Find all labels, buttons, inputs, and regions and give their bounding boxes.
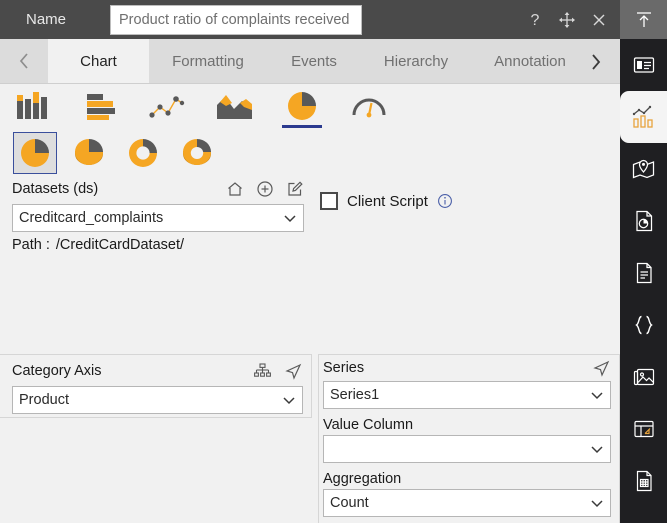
tab-chart[interactable]: Chart bbox=[48, 39, 149, 83]
client-script-label: Client Script bbox=[347, 192, 428, 210]
series-select-field: Series1 bbox=[323, 381, 611, 409]
plus-circle-icon[interactable] bbox=[256, 180, 274, 198]
pie-chart-icon[interactable] bbox=[280, 87, 324, 128]
aggregation-field: Aggregation Count bbox=[323, 463, 611, 517]
sidebar-item-map[interactable] bbox=[620, 143, 667, 195]
tab-hierarchy[interactable]: Hierarchy bbox=[361, 39, 471, 83]
client-script-row: Client Script bbox=[320, 176, 620, 210]
chevron-down-icon bbox=[584, 494, 610, 512]
pie-flat-icon[interactable] bbox=[13, 132, 57, 174]
category-axis-panel: Category Axis Product bbox=[0, 354, 312, 418]
move-icon[interactable] bbox=[556, 9, 578, 31]
pie-3d-icon[interactable] bbox=[67, 132, 111, 174]
sidebar-item-widget[interactable] bbox=[620, 39, 667, 91]
collapse-up-icon[interactable] bbox=[620, 0, 667, 39]
sidebar-item-report-chart[interactable] bbox=[620, 195, 667, 247]
name-input[interactable] bbox=[110, 4, 362, 35]
series-header: Series bbox=[319, 355, 619, 381]
dataset-path: Path : /CreditCardDataset/ bbox=[12, 237, 312, 253]
sidebar-item-spreadsheet[interactable] bbox=[620, 455, 667, 507]
aggregation-label: Aggregation bbox=[323, 471, 402, 487]
sidebar-item-image[interactable] bbox=[620, 351, 667, 403]
left-settings-column: Datasets (ds) Creditcard_complaints Path… bbox=[0, 176, 312, 418]
tab-bar: Chart Formatting Events Hierarchy Annota… bbox=[0, 39, 620, 84]
chart-properties-dialog: Name ? bbox=[0, 0, 667, 523]
series-title: Series bbox=[323, 360, 365, 376]
path-label: Path : bbox=[12, 237, 50, 253]
info-icon[interactable] bbox=[437, 193, 453, 209]
chart-type-primary-row bbox=[12, 87, 391, 128]
dataset-select[interactable]: Creditcard_complaints bbox=[12, 204, 304, 232]
value-column-field: Value Column bbox=[323, 409, 611, 463]
sidebar-item-table[interactable] bbox=[620, 403, 667, 455]
bar-chart-icon[interactable] bbox=[79, 87, 123, 125]
chevron-down-icon bbox=[584, 440, 610, 458]
category-axis-title: Category Axis bbox=[12, 363, 102, 379]
chevron-down-icon bbox=[584, 386, 610, 404]
value-column-select[interactable] bbox=[323, 435, 611, 463]
name-label: Name bbox=[26, 11, 67, 28]
edit-icon[interactable] bbox=[286, 180, 304, 198]
window-controls: ? bbox=[524, 0, 610, 39]
series-select-value: Series1 bbox=[330, 387, 380, 403]
chart-type-selector bbox=[0, 84, 620, 174]
doughnut-icon[interactable] bbox=[121, 132, 165, 174]
category-axis-select[interactable]: Product bbox=[12, 386, 303, 414]
sidebar-item-document[interactable] bbox=[620, 247, 667, 299]
series-panel: Series Series1 Value Column Aggregation … bbox=[318, 354, 620, 523]
chevron-down-icon bbox=[277, 209, 303, 227]
sidebar-item-chart[interactable] bbox=[620, 91, 667, 143]
send-icon[interactable] bbox=[284, 362, 303, 381]
aggregation-select[interactable]: Count bbox=[323, 489, 611, 517]
tabs-scroll-left-button[interactable] bbox=[0, 39, 48, 83]
category-axis-value: Product bbox=[19, 392, 69, 408]
tab-list: Chart Formatting Events Hierarchy Annota… bbox=[48, 39, 589, 83]
datasets-title: Datasets (ds) bbox=[12, 181, 99, 197]
area-chart-icon[interactable] bbox=[213, 87, 257, 125]
chevron-down-icon bbox=[276, 391, 302, 409]
path-value: /CreditCardDataset/ bbox=[55, 237, 185, 253]
column-chart-icon[interactable] bbox=[12, 87, 56, 125]
close-icon[interactable] bbox=[588, 9, 610, 31]
tab-events[interactable]: Events bbox=[267, 39, 361, 83]
home-icon[interactable] bbox=[226, 180, 244, 198]
title-bar: Name ? bbox=[0, 0, 620, 39]
scatter-line-chart-icon[interactable] bbox=[146, 87, 190, 125]
tab-formatting[interactable]: Formatting bbox=[149, 39, 267, 83]
send-icon[interactable] bbox=[592, 359, 611, 378]
dataset-select-value: Creditcard_complaints bbox=[19, 210, 164, 226]
right-sidebar bbox=[620, 0, 667, 523]
sidebar-item-code[interactable] bbox=[620, 299, 667, 351]
hierarchy-icon[interactable] bbox=[253, 362, 272, 381]
tabs-scroll-right-button[interactable] bbox=[572, 39, 620, 84]
gauge-chart-icon[interactable] bbox=[347, 87, 391, 125]
aggregation-value: Count bbox=[330, 495, 369, 511]
doughnut-3d-icon[interactable] bbox=[175, 132, 219, 174]
category-axis-header: Category Axis bbox=[0, 358, 311, 384]
right-settings-column: Client Script bbox=[318, 176, 620, 210]
svg-text:?: ? bbox=[531, 12, 540, 29]
question-mark-icon[interactable]: ? bbox=[524, 9, 546, 31]
value-column-label: Value Column bbox=[323, 417, 414, 433]
sidebar-item-tree[interactable] bbox=[620, 507, 667, 523]
datasets-header: Datasets (ds) bbox=[0, 176, 312, 202]
chart-type-variant-row bbox=[13, 132, 219, 174]
series-select[interactable]: Series1 bbox=[323, 381, 611, 409]
chart-tab-panel: Datasets (ds) Creditcard_complaints Path… bbox=[0, 84, 620, 523]
client-script-checkbox[interactable] bbox=[320, 192, 338, 210]
